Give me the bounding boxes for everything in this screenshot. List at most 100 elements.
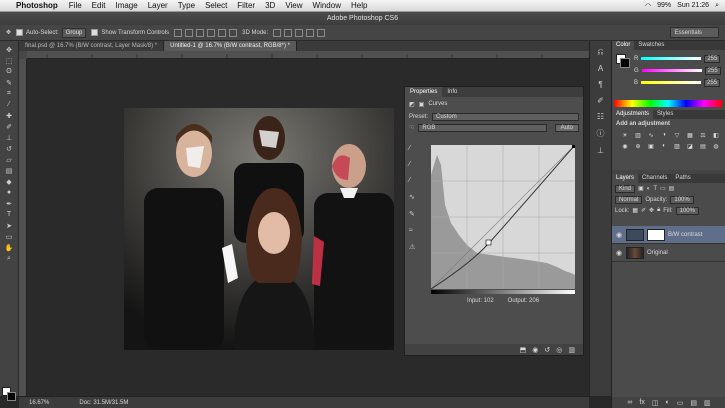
layer-name[interactable]: Original xyxy=(647,250,668,256)
zoom-tool-icon[interactable]: ⌕ xyxy=(3,254,16,263)
layer-row[interactable]: ◉ B/W contrast xyxy=(612,226,725,244)
blend-mode-dropdown[interactable]: Normal xyxy=(615,195,643,204)
hue-saturation-icon[interactable]: ▦ xyxy=(685,132,695,140)
quick-select-tool-icon[interactable]: ✎ xyxy=(3,78,16,87)
filter-shape-icon[interactable]: ▭ xyxy=(660,185,666,192)
fill-input[interactable]: 100% xyxy=(675,206,699,215)
photo-filter-icon[interactable]: ◉ xyxy=(620,143,630,151)
transform-controls-checkbox[interactable] xyxy=(91,29,99,36)
red-value[interactable]: 255 xyxy=(704,54,721,63)
curve-point[interactable] xyxy=(485,239,492,246)
menu-layer[interactable]: Layer xyxy=(143,1,173,10)
filter-adjustment-icon[interactable]: ◐ xyxy=(647,186,651,192)
invert-icon[interactable]: ◐ xyxy=(659,143,669,151)
hand-tool-icon[interactable]: ✋ xyxy=(3,243,16,252)
trash-icon[interactable]: ▥ xyxy=(704,399,711,407)
brush-panel-icon[interactable]: ✐ xyxy=(597,96,604,105)
spotlight-icon[interactable]: ⌕ xyxy=(715,2,719,10)
menu-file[interactable]: File xyxy=(64,1,87,10)
dodge-tool-icon[interactable]: ● xyxy=(3,188,16,197)
link-layers-icon[interactable]: ∞ xyxy=(627,399,632,406)
info-panel-icon[interactable]: ⓘ xyxy=(597,128,605,139)
healing-brush-tool-icon[interactable]: ✚ xyxy=(3,111,16,120)
exposure-icon[interactable]: ◑ xyxy=(659,132,669,140)
align-top-icon[interactable] xyxy=(174,28,183,37)
character-panel-icon[interactable]: A xyxy=(598,64,603,73)
reset-icon[interactable]: ↺ xyxy=(544,346,550,354)
edit-points-icon[interactable]: ∿ xyxy=(409,193,421,201)
menu-type[interactable]: Type xyxy=(173,1,200,10)
tab-paths[interactable]: Paths xyxy=(671,174,694,183)
channel-dropdown[interactable]: RGB xyxy=(418,123,547,132)
battery-percent[interactable]: 99% xyxy=(657,2,671,9)
clipping-warning-icon[interactable]: ⚠ xyxy=(409,243,421,251)
clone-stamp-tool-icon[interactable]: ⊥ xyxy=(3,133,16,142)
filter-kind-dropdown[interactable]: Kind xyxy=(615,184,636,193)
menu-3d[interactable]: 3D xyxy=(260,1,280,10)
clone-source-panel-icon[interactable]: ⊥ xyxy=(597,146,604,155)
menu-app-name[interactable]: Photoshop xyxy=(14,1,64,10)
menu-window[interactable]: Window xyxy=(308,1,346,10)
blue-slider[interactable] xyxy=(641,81,702,84)
layer-thumbnail[interactable] xyxy=(626,246,644,259)
menu-help[interactable]: Help xyxy=(346,1,372,10)
zoom-level[interactable]: 16.67% xyxy=(29,400,49,406)
new-layer-icon[interactable]: ▤ xyxy=(690,399,697,407)
curve-endpoint[interactable] xyxy=(572,145,575,148)
move-tool-icon[interactable]: ✥ xyxy=(6,29,11,36)
eyedropper-tool-icon[interactable]: ⁄ xyxy=(3,100,16,109)
tab-adjustments[interactable]: Adjustments xyxy=(612,110,654,119)
vibrance-icon[interactable]: ▽ xyxy=(672,132,682,140)
posterize-icon[interactable]: ▨ xyxy=(672,143,682,151)
threshold-icon[interactable]: ◪ xyxy=(685,143,695,151)
lock-image-icon[interactable]: ✐ xyxy=(641,207,646,214)
on-image-adjust-icon[interactable]: ☜ xyxy=(409,124,414,131)
blue-value[interactable]: 255 xyxy=(704,78,721,87)
3d-scale-icon[interactable] xyxy=(317,28,326,37)
levels-icon[interactable]: ▥ xyxy=(633,132,643,140)
opacity-input[interactable]: 100% xyxy=(670,195,694,204)
3d-slide-icon[interactable] xyxy=(306,28,315,37)
3d-rotate-icon[interactable] xyxy=(273,28,282,37)
brush-tool-icon[interactable]: ✐ xyxy=(3,122,16,131)
tab-info[interactable]: Info xyxy=(442,87,462,97)
preset-dropdown[interactable]: Custom xyxy=(432,112,579,121)
layer-mask-icon[interactable]: ▣ xyxy=(419,101,425,108)
clip-to-layer-icon[interactable]: ⬒ xyxy=(520,346,527,354)
curves-graph[interactable] xyxy=(430,144,576,290)
green-slider[interactable] xyxy=(641,69,702,72)
vertical-ruler[interactable] xyxy=(19,59,27,396)
gradient-tool-icon[interactable]: ▤ xyxy=(3,166,16,175)
gray-point-eyedropper-icon[interactable]: ⁄ xyxy=(409,161,421,168)
curves-icon[interactable]: ∿ xyxy=(646,132,656,140)
history-brush-tool-icon[interactable]: ↺ xyxy=(3,144,16,153)
tab-untitled-1[interactable]: Untitled-1 @ 16.7% (B/W contrast, RGB/8*… xyxy=(164,41,297,51)
marquee-tool-icon[interactable]: ⬚ xyxy=(3,56,16,65)
green-value[interactable]: 255 xyxy=(704,66,721,75)
menu-image[interactable]: Image xyxy=(110,1,142,10)
paragraph-panel-icon[interactable]: ¶ xyxy=(598,80,602,89)
lasso-tool-icon[interactable]: ʘ xyxy=(3,67,16,76)
add-mask-icon[interactable]: ◫ xyxy=(652,399,659,407)
layer-row[interactable]: ◉ Original xyxy=(612,244,725,262)
history-panel-icon[interactable]: ⎌ xyxy=(597,47,603,57)
color-lookup-icon[interactable]: ▣ xyxy=(646,143,656,151)
white-point-eyedropper-icon[interactable]: ⁄ xyxy=(409,177,421,184)
pen-tool-icon[interactable]: ✒ xyxy=(3,199,16,208)
workspace-switcher[interactable]: Essentials xyxy=(669,27,719,38)
black-white-icon[interactable]: ◧ xyxy=(711,132,721,140)
document-size[interactable]: Doc: 31.5M/31.5M xyxy=(79,400,128,406)
3d-pan-icon[interactable] xyxy=(295,28,304,37)
new-group-icon[interactable]: ▭ xyxy=(677,399,684,407)
crop-tool-icon[interactable]: ⌗ xyxy=(3,89,16,98)
properties-panel-icon[interactable]: ☷ xyxy=(597,112,604,121)
smooth-curve-icon[interactable]: ≈ xyxy=(409,227,421,234)
auto-select-dropdown[interactable]: Group xyxy=(61,27,87,38)
align-left-icon[interactable] xyxy=(207,28,216,37)
gradient-map-icon[interactable]: ▤ xyxy=(698,143,708,151)
delete-icon[interactable]: ▥ xyxy=(568,346,575,354)
lock-position-icon[interactable]: ✥ xyxy=(649,207,654,214)
black-point-eyedropper-icon[interactable]: ⁄ xyxy=(409,145,421,152)
color-background-chip[interactable] xyxy=(620,58,630,68)
path-select-tool-icon[interactable]: ➤ xyxy=(3,221,16,230)
